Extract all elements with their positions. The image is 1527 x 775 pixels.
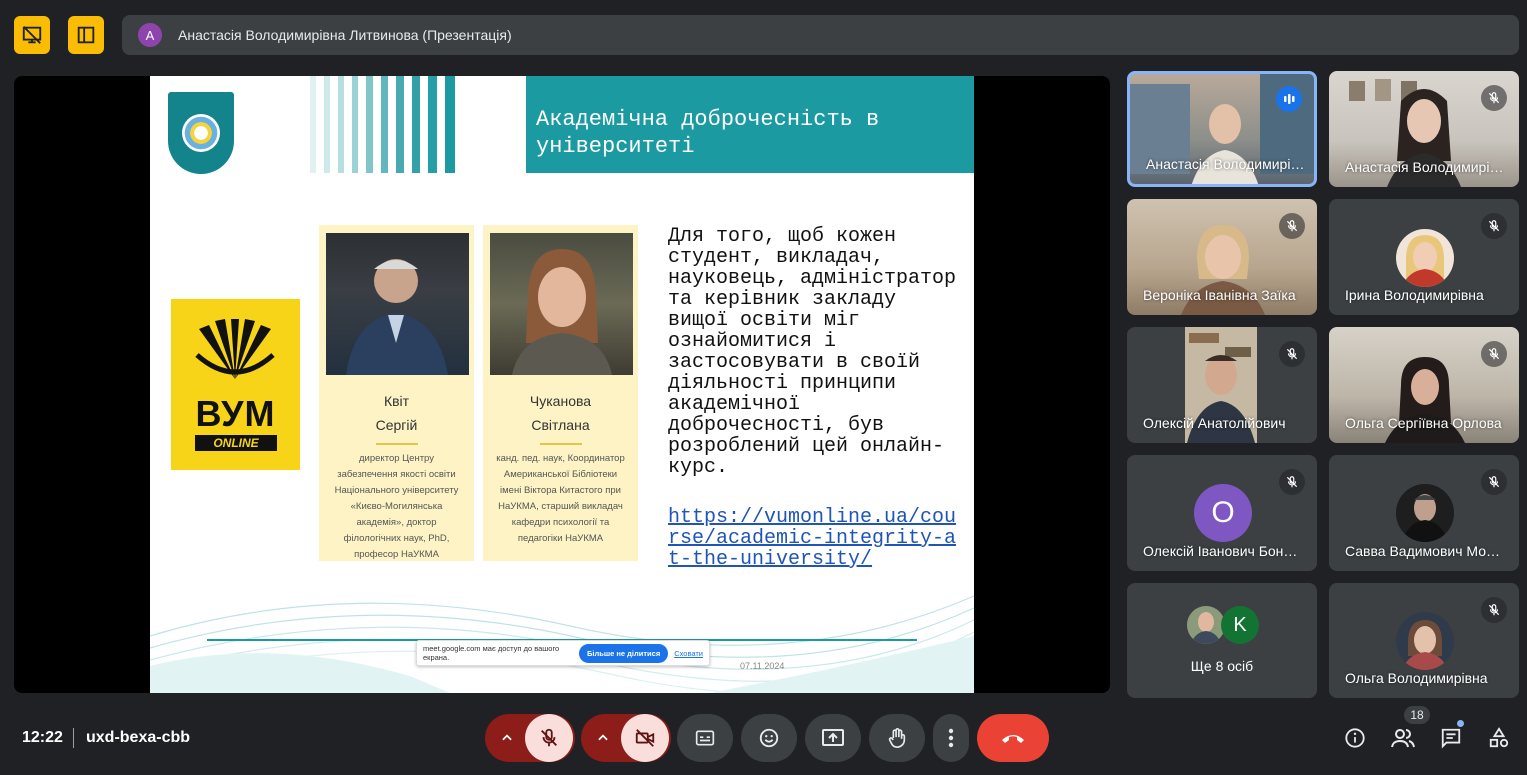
presenter-title: Анастасія Володимирівна Литвинова (Презе… [178, 27, 512, 43]
participant-avatar [1396, 484, 1454, 542]
participant-tile-5[interactable]: Олексій Анатолійович [1127, 327, 1317, 443]
participant-tile-3[interactable]: Вероніка Іванівна Заїка [1127, 199, 1317, 315]
more-avatar-photo [1187, 606, 1225, 644]
layout-icon [77, 26, 95, 44]
participant-name: Анастасія Володимирівна [1345, 159, 1505, 175]
slide: Академічна доброчесність в університеті … [150, 76, 974, 693]
presenter-bar: A Анастасія Володимирівна Литвинова (Пре… [122, 15, 1519, 55]
more-participants-tile[interactable]: K Ще 8 осіб [1127, 583, 1317, 698]
meeting-clock: 12:22 [22, 729, 63, 746]
chevron-up-icon [502, 734, 512, 741]
camera-toggle-button[interactable] [621, 714, 669, 762]
person-photo-2 [490, 233, 633, 375]
participant-name: Ольга Сергіївна Орлова [1345, 415, 1502, 431]
participant-name: Ольга Володимирівна [1345, 670, 1488, 686]
mic-off-icon [1481, 85, 1507, 111]
presenter-avatar: A [138, 23, 162, 47]
raise-hand-button[interactable] [869, 714, 925, 762]
hide-presentation-button[interactable] [14, 16, 50, 54]
present-screen-button[interactable] [805, 714, 861, 762]
speaking-indicator-icon [1276, 86, 1302, 112]
mic-off-icon [1481, 213, 1507, 239]
captions-button[interactable] [677, 714, 733, 762]
people-count-badge: 18 [1404, 706, 1430, 724]
participant-avatar [1396, 229, 1454, 287]
shapes-icon [1489, 727, 1509, 748]
captions-icon [695, 730, 715, 746]
slide-header: Академічна доброчесність в університеті [526, 76, 974, 173]
emoji-icon [759, 728, 779, 748]
slide-stripes [310, 76, 526, 173]
meeting-info-button[interactable] [1341, 724, 1369, 752]
participant-name: Олексій Іванович Бондар [1143, 543, 1303, 559]
chevron-up-icon [598, 734, 608, 741]
participant-name: Олексій Анатолійович [1143, 415, 1286, 431]
vum-logo-sub: ONLINE [195, 435, 277, 451]
participant-avatar [1396, 612, 1454, 670]
mic-off-icon [541, 728, 557, 747]
more-avatar-initial: K [1221, 606, 1259, 644]
person-1-firstname: Сергій [375, 417, 418, 433]
camera-off-icon [635, 729, 655, 747]
participant-tile-6[interactable]: Ольга Сергіївна Орлова [1329, 327, 1519, 443]
share-banner-message: meet.google.com має доступ до вашого екр… [423, 644, 560, 662]
person-1-surname: Квіт [383, 393, 410, 409]
hide-banner-link[interactable]: Сховати [674, 649, 703, 658]
participant-name: Вероніка Іванівна Заїка [1143, 287, 1296, 303]
more-options-button[interactable] [933, 714, 969, 762]
meet-window: A Анастасія Володимирівна Литвинова (Пре… [0, 0, 1527, 775]
person-2-surname: Чуканова [529, 393, 592, 409]
reactions-button[interactable] [741, 714, 797, 762]
more-vert-icon [948, 728, 954, 748]
vum-logo-word: ВУМ [195, 393, 276, 434]
slide-title: Академічна доброчесність в університеті [536, 107, 880, 159]
participant-name: Савва Вадимович Мороз [1345, 543, 1505, 559]
meeting-code: uxd-bexa-cbb [86, 729, 191, 746]
chat-button[interactable] [1437, 724, 1465, 752]
participant-name: Анастасія Володимирівна Литвинова [1146, 156, 1306, 172]
participant-avatar: О [1194, 484, 1252, 542]
mic-off-icon [1279, 341, 1305, 367]
mic-off-icon [1279, 213, 1305, 239]
chat-notification-dot [1457, 720, 1464, 727]
university-crest-icon [168, 92, 234, 174]
people-icon [1391, 729, 1415, 748]
people-button[interactable] [1389, 724, 1417, 752]
person-card-1: Квіт Сергій директор Центру забезпечення… [319, 225, 474, 561]
participant-name: Ірина Володимирівна [1345, 287, 1484, 303]
chat-icon [1441, 728, 1461, 749]
participant-tile-1[interactable]: Анастасія Володимирівна Литвинова [1127, 71, 1317, 187]
mic-off-icon [1481, 469, 1507, 495]
mic-off-icon [1279, 469, 1305, 495]
screen-share-banner: meet.google.com має доступ до вашого екр… [416, 640, 710, 666]
info-icon [1345, 728, 1365, 748]
slide-waves-decoration [150, 595, 974, 693]
pin-layout-button[interactable] [68, 16, 104, 54]
vum-online-logo: ВУМ ONLINE [171, 299, 300, 470]
slide-body-text: Для того, щоб кожен студент, викладач, н… [668, 225, 957, 479]
participant-tile-4[interactable]: Ірина Володимирівна [1329, 199, 1519, 315]
stop-sharing-button[interactable]: Більше не ділитися [579, 643, 669, 663]
person-2-firstname: Світлана [531, 417, 590, 433]
presentation-stage: Академічна доброчесність в університеті … [14, 76, 1110, 693]
more-participants-label: Ще 8 осіб [1190, 658, 1254, 674]
microphone-toggle-button[interactable] [525, 714, 573, 762]
person-photo-1 [326, 233, 469, 375]
slide-date: 07.11.2024 [740, 661, 785, 671]
participant-tile-7[interactable]: О Олексій Іванович Бондар [1127, 455, 1317, 571]
mic-off-icon [1481, 597, 1507, 623]
hand-icon [888, 728, 906, 748]
book-rays-icon [195, 319, 275, 379]
bottom-control-bar: 12:22 uxd-bexa-cbb [0, 700, 1527, 775]
hide-presentation-icon [22, 26, 42, 44]
participant-tile-8[interactable]: Савва Вадимович Мороз [1329, 455, 1519, 571]
leave-call-button[interactable] [977, 714, 1049, 762]
participant-tile-2[interactable]: Анастасія Володимирівна [1329, 71, 1519, 187]
participant-tile-9[interactable]: Ольга Володимирівна [1329, 583, 1519, 698]
activities-button[interactable] [1485, 724, 1513, 752]
mic-off-icon [1481, 341, 1507, 367]
call-end-icon [1002, 735, 1024, 743]
person-card-2: Чуканова Світлана канд. пед. наук, Коорд… [483, 225, 638, 561]
present-icon [822, 729, 844, 746]
